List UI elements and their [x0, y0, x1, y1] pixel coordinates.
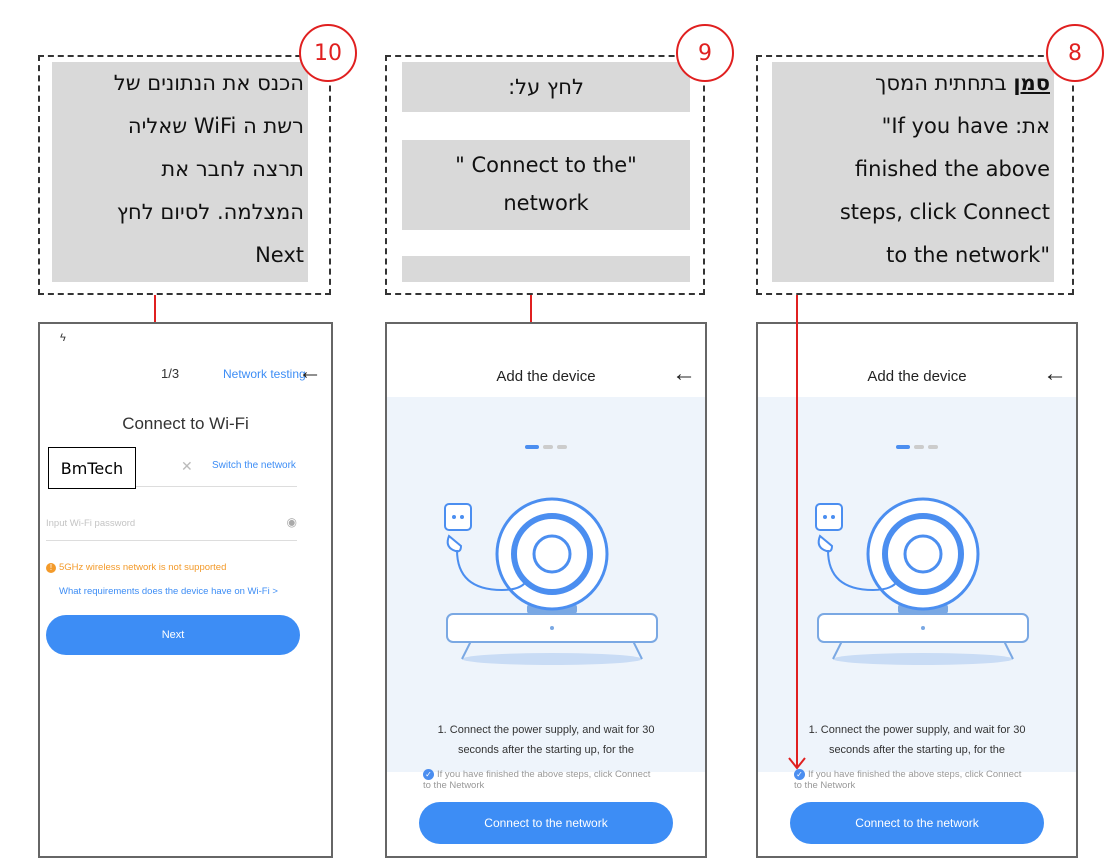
step-8-text-box: סמן בתחתית המסך את: If you have" finishe…: [772, 62, 1054, 282]
instruction-line: seconds after the starting up, for the: [457, 744, 635, 756]
wifi-screen: ϟ 1/3 Network testing ← Connect to Wi-Fi…: [38, 322, 333, 858]
arrow-left-icon[interactable]: ←: [298, 360, 322, 384]
camera-illustration: [815, 497, 1029, 665]
confirm-checkbox[interactable]: ✓ If you have finished the above steps, c…: [794, 769, 1054, 791]
network-underline: [136, 486, 297, 487]
step-9-line3: network: [503, 191, 589, 215]
warning-icon: !: [46, 563, 56, 573]
step-8-number-badge: 8: [1046, 24, 1104, 82]
add-device-title: Add the device: [867, 368, 967, 385]
wifi-requirements-link[interactable]: What requirements does the device have o…: [59, 586, 278, 597]
wifi-screen-title: Connect to Wi-Fi: [122, 414, 249, 433]
connector-line-9: [530, 295, 532, 325]
step-10-line: Next: [255, 243, 304, 267]
flash-icon: ϟ: [60, 332, 66, 344]
eye-icon[interactable]: ◉: [287, 515, 297, 529]
step-8-line: steps, click Connect: [839, 200, 1050, 224]
step-8-bold-word: סמן: [1013, 71, 1050, 95]
network-name-value: BmTech: [60, 458, 124, 478]
step-9-number-badge: 9: [676, 24, 734, 82]
clear-icon[interactable]: ✕: [181, 458, 193, 475]
step-9-line2-box: " Connect to the" network: [402, 140, 690, 230]
step-10-line: המצלמה. לסיום לחץ: [116, 200, 304, 224]
add-device-title: Add the device: [496, 368, 596, 385]
step-8-line: "to the network: [886, 243, 1050, 267]
network-testing-link[interactable]: Network testing: [223, 367, 306, 381]
carousel-dots: [758, 438, 1076, 456]
checkbox-label-line1: If you have finished the above steps, cl…: [808, 769, 1022, 780]
instruction-line: 1. Connect the power supply, and wait fo…: [437, 724, 655, 736]
step-10-line: תרצה לחבר את: [161, 157, 304, 181]
add-device-screen-middle: Add the device ← 1. Connect the power su…: [385, 322, 707, 858]
step-8-line: בתחתית המסך: [875, 71, 1007, 95]
step-10-number-badge: 10: [299, 24, 357, 82]
step-9-empty-box: [402, 256, 690, 282]
add-device-screen-right: Add the device ← 1. Connect the power su…: [756, 322, 1078, 858]
step-9-line1-box: לחץ על:: [402, 62, 690, 112]
checkbox-label-line1: If you have finished the above steps, cl…: [437, 769, 651, 780]
carousel-dots: [387, 438, 705, 456]
instruction-text: 1. Connect the power supply, and wait fo…: [758, 720, 1076, 760]
arrow-left-icon[interactable]: ←: [1043, 362, 1067, 386]
check-icon[interactable]: ✓: [794, 769, 805, 780]
camera-illustration: [444, 497, 658, 665]
arrow-left-icon[interactable]: ←: [672, 362, 696, 386]
connect-to-network-button[interactable]: Connect to the network: [790, 802, 1044, 844]
checkbox-label-line2: to the Network: [423, 780, 485, 791]
step-10-line: הכנס את הנתונים של: [113, 71, 304, 95]
arrow-down-icon: [788, 757, 806, 770]
warning-text: 5GHz wireless network is not supported: [59, 562, 227, 573]
instruction-text: 1. Connect the power supply, and wait fo…: [387, 720, 705, 760]
wifi-step-indicator: 1/3: [161, 366, 180, 381]
step-9-line2: " Connect to the": [455, 153, 637, 177]
check-icon[interactable]: ✓: [423, 769, 434, 780]
confirm-checkbox[interactable]: ✓ If you have finished the above steps, c…: [423, 769, 683, 791]
connector-line-8: [796, 295, 798, 767]
instruction-line: 1. Connect the power supply, and wait fo…: [808, 724, 1026, 736]
step-10-line: רשת ה WiFi שאליה: [127, 114, 304, 138]
step-8-line: finished the above: [854, 157, 1050, 181]
warning-row: ! 5GHz wireless network is not supported: [46, 562, 226, 573]
checkbox-label-line2: to the Network: [794, 780, 856, 791]
next-button[interactable]: Next: [46, 615, 300, 655]
network-name-field[interactable]: BmTech: [48, 447, 136, 489]
password-field[interactable]: Input Wi-Fi password ◉: [46, 508, 297, 541]
step-10-text-box: הכנס את הנתונים של רשת ה WiFi שאליה תרצה…: [52, 62, 308, 282]
connect-to-network-button[interactable]: Connect to the network: [419, 802, 673, 844]
password-placeholder: Input Wi-Fi password: [46, 518, 136, 529]
switch-network-link[interactable]: Switch the network: [212, 460, 296, 471]
step-8-line: את: If you have": [881, 114, 1050, 138]
